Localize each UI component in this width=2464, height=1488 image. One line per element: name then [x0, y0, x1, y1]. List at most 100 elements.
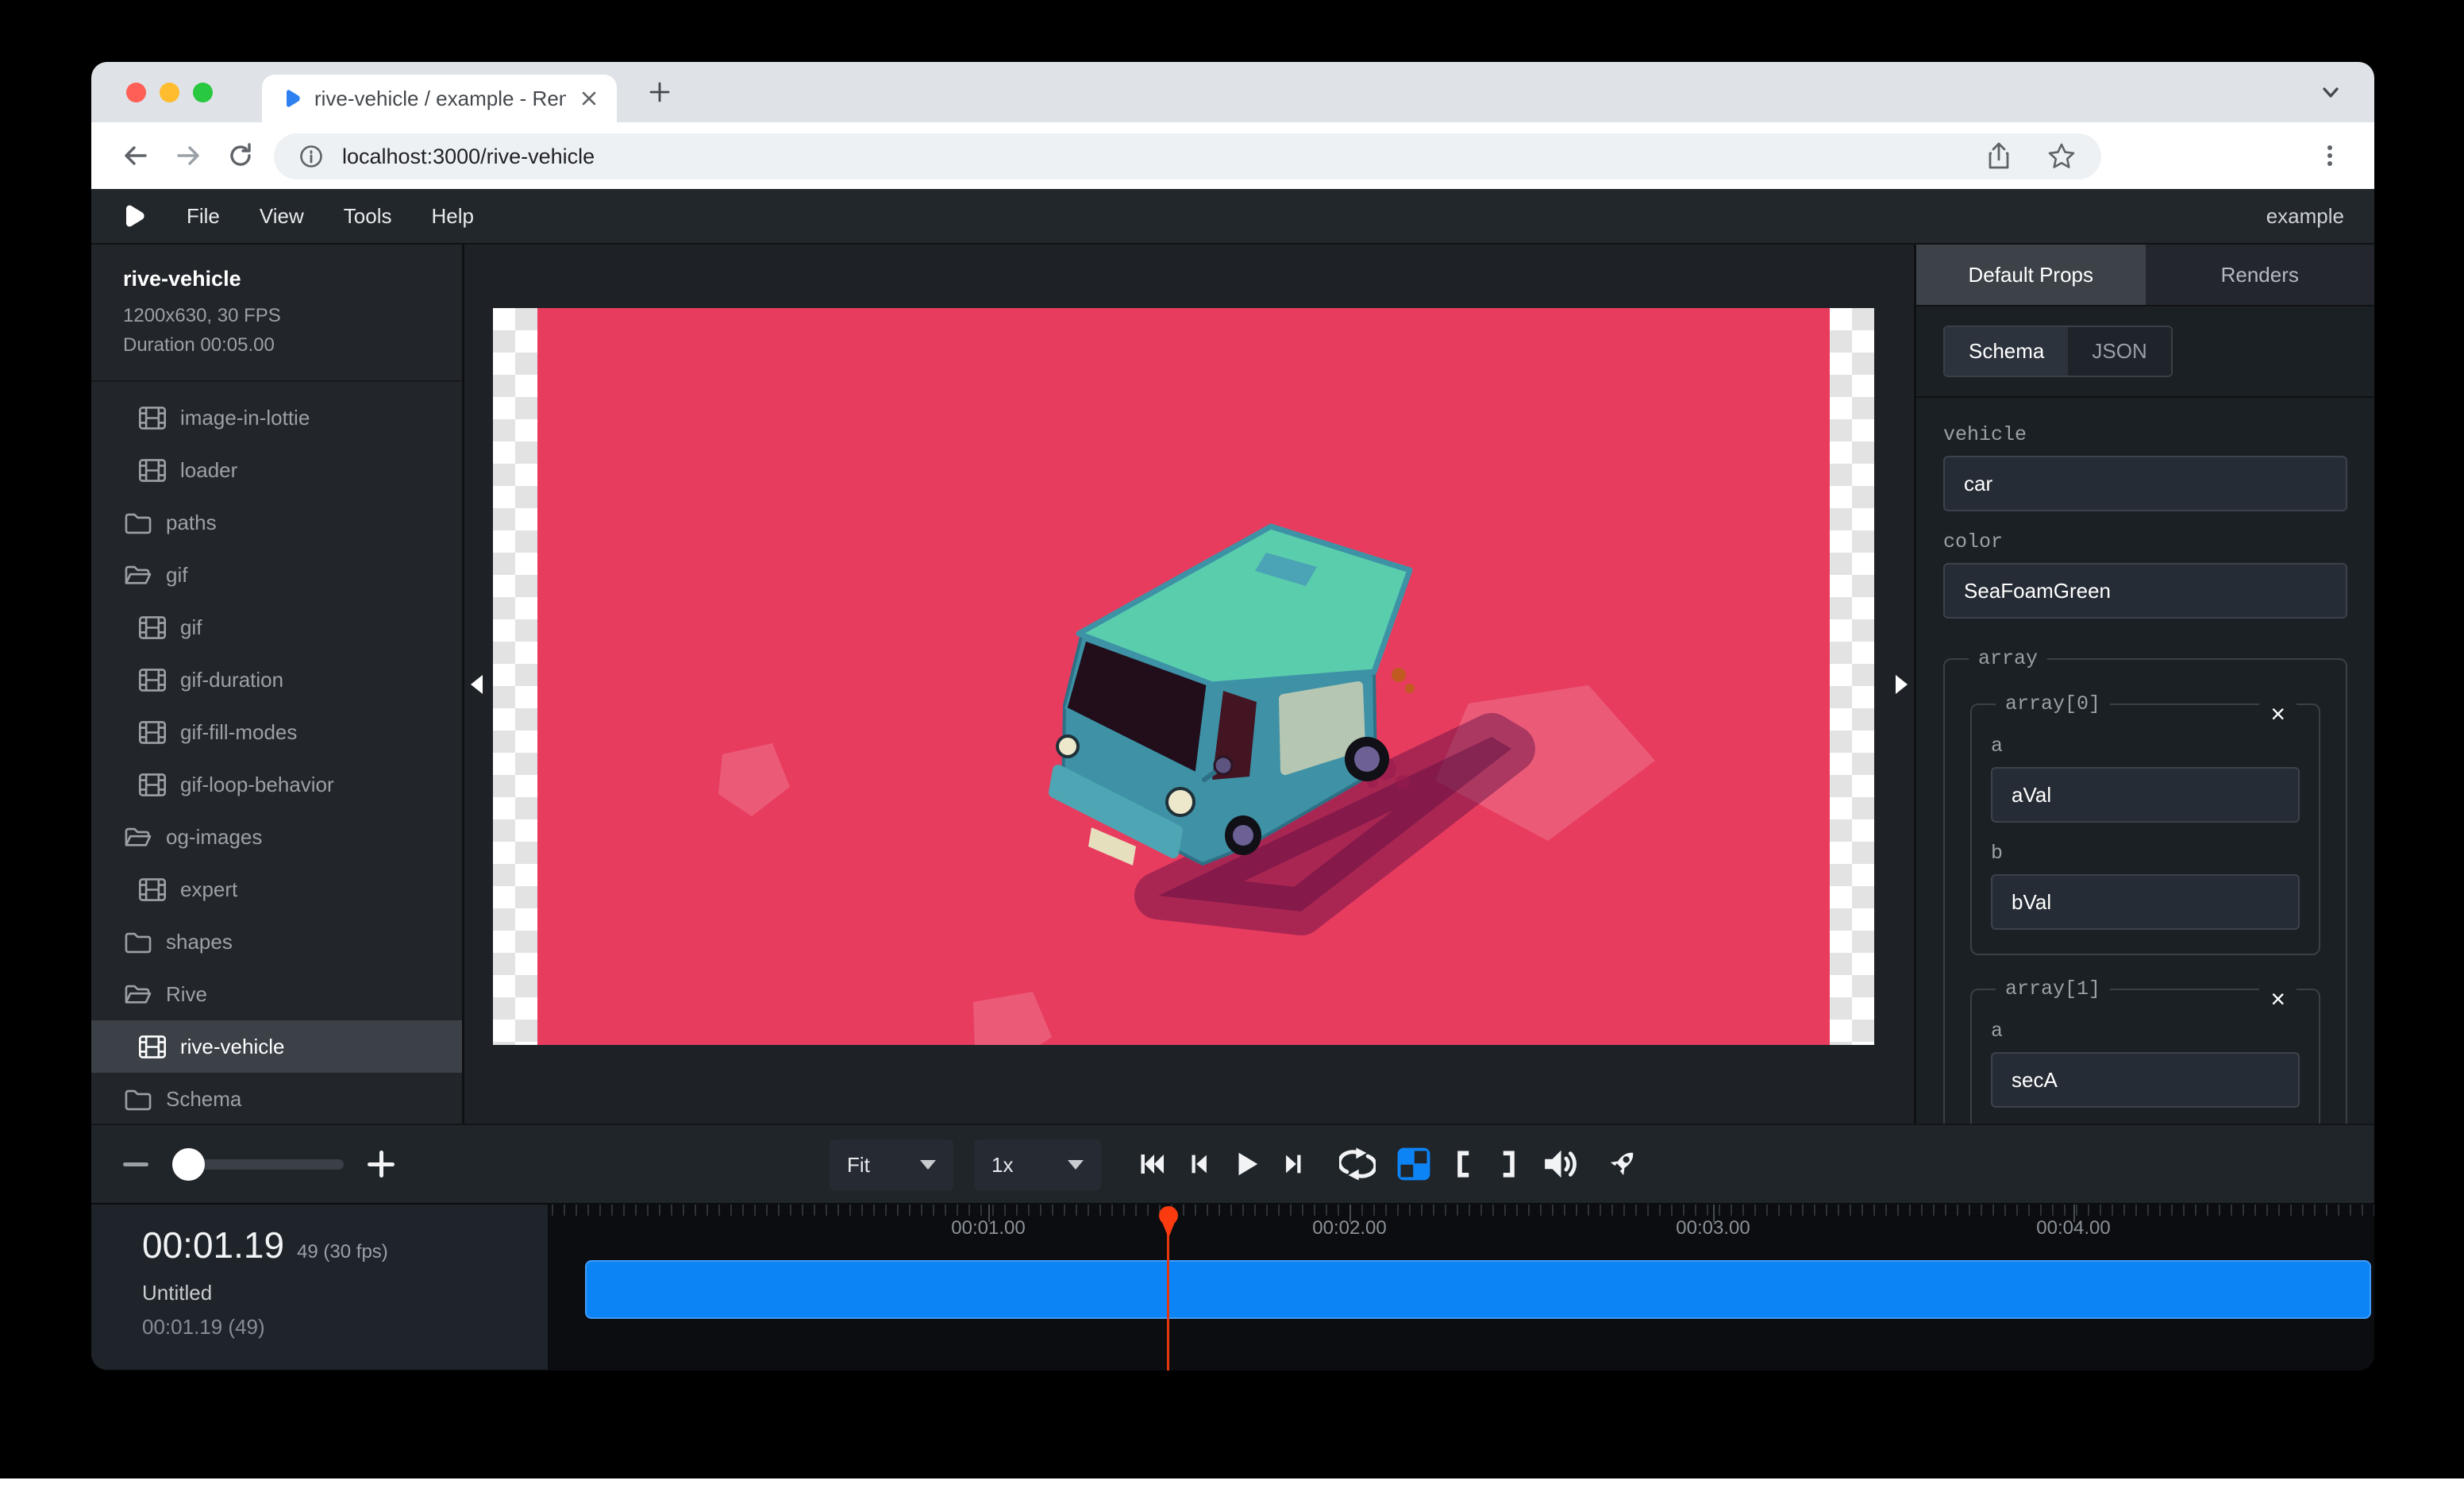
current-frame-info: 49 (30 fps) — [297, 1241, 388, 1262]
composition-frame — [493, 308, 1874, 1045]
zoom-slider-thumb[interactable] — [172, 1148, 205, 1181]
toggle-json[interactable]: JSON — [2068, 327, 2170, 376]
sidebar-item-og-images[interactable]: og-images — [91, 811, 462, 863]
transparency-checkerboard-left — [493, 308, 537, 1045]
skip-to-start-icon[interactable] — [1138, 1150, 1166, 1178]
sidebar-item-gif-loop-behavior[interactable]: gif-loop-behavior — [91, 758, 462, 811]
next-frame-icon[interactable] — [1280, 1150, 1307, 1178]
sidebar-item-label: gif-fill-modes — [180, 720, 297, 745]
forward-icon[interactable] — [172, 140, 204, 172]
folder-open-icon — [125, 826, 152, 849]
transparency-checkerboard-icon[interactable] — [1396, 1147, 1431, 1182]
share-icon[interactable] — [1984, 141, 2014, 172]
reload-icon[interactable] — [225, 140, 256, 172]
sidebar-item-gif-fill-modes[interactable]: gif-fill-modes — [91, 706, 462, 758]
sidebar-item-expert[interactable]: expert — [91, 863, 462, 916]
remove-array-1-icon[interactable]: × — [2259, 985, 2297, 1013]
tab-renders[interactable]: Renders — [2146, 245, 2375, 305]
out-point-icon[interactable] — [1496, 1147, 1520, 1181]
address-bar[interactable]: localhost:3000/rive-vehicle — [274, 133, 2101, 179]
sidebar-item-shapes[interactable]: shapes — [91, 916, 462, 968]
zoom-in-icon[interactable] — [368, 1151, 395, 1178]
sidebar-item-paths[interactable]: paths — [91, 496, 462, 549]
sidebar-item-label: loader — [180, 458, 237, 483]
size-select-value: Fit — [847, 1153, 870, 1178]
bookmark-star-icon[interactable] — [2046, 141, 2077, 172]
timeline-clip[interactable] — [585, 1260, 2371, 1319]
project-duration: Duration 00:05.00 — [123, 330, 462, 360]
menu-view[interactable]: View — [260, 204, 304, 229]
site-info-icon[interactable] — [298, 143, 325, 170]
playback-controls: Fit 1x — [91, 1124, 2374, 1203]
chevron-down-icon — [920, 1160, 936, 1170]
remove-array-0-icon[interactable]: × — [2259, 700, 2297, 728]
sidebar-item-gif-duration[interactable]: gif-duration — [91, 653, 462, 706]
folder-open-icon — [125, 564, 152, 587]
sidebar-item-label: gif-duration — [180, 668, 283, 692]
array-0-b-input[interactable] — [1991, 874, 2300, 930]
new-tab-icon[interactable] — [647, 79, 672, 105]
schema-json-toggle: Schema JSON — [1943, 326, 2173, 377]
sidebar-item-gif-folder[interactable]: gif — [91, 549, 462, 601]
remotion-favicon-icon — [279, 87, 302, 110]
browser-tab[interactable]: rive-vehicle / example - Remoti — [262, 75, 617, 122]
chevron-down-icon — [1068, 1160, 1084, 1170]
in-point-icon[interactable] — [1452, 1147, 1476, 1181]
traffic-lights — [126, 83, 213, 102]
loop-icon[interactable] — [1339, 1146, 1376, 1182]
playhead-marker[interactable] — [1156, 1205, 1181, 1241]
zoom-slider[interactable] — [172, 1159, 344, 1170]
rocket-icon[interactable] — [1604, 1146, 1640, 1182]
sidebar-item-rive-vehicle[interactable]: rive-vehicle — [91, 1020, 462, 1073]
vehicle-field-input[interactable] — [1943, 456, 2347, 511]
remotion-logo-icon — [121, 202, 147, 229]
menu-tools[interactable]: Tools — [344, 204, 392, 229]
project-label: example — [2266, 204, 2344, 229]
volume-icon[interactable] — [1541, 1147, 1579, 1182]
speed-select-value: 1x — [991, 1153, 1013, 1178]
sidebar-item-rive-folder[interactable]: Rive — [91, 968, 462, 1020]
project-info: rive-vehicle 1200x630, 30 FPS Duration 0… — [91, 245, 462, 382]
timeline-track-area[interactable]: 00:01.00 00:02.00 00:03.00 00:04.00 — [552, 1203, 2374, 1370]
minimize-window-button[interactable] — [160, 83, 179, 102]
tab-default-props[interactable]: Default Props — [1916, 245, 2146, 305]
play-icon[interactable] — [1231, 1149, 1261, 1179]
sidebar-item-schema[interactable]: Schema — [91, 1073, 462, 1124]
composition-stage — [537, 308, 1830, 1045]
collapse-right-panel-icon[interactable] — [1896, 675, 1908, 694]
speed-select[interactable]: 1x — [974, 1139, 1101, 1190]
screenshot-bottom-edge — [0, 1478, 2464, 1488]
collapse-left-panel-icon[interactable] — [471, 675, 483, 694]
zoom-out-icon[interactable] — [123, 1162, 148, 1166]
browser-toolbar: localhost:3000/rive-vehicle — [91, 122, 2374, 189]
vehicle-illustration — [537, 308, 1830, 1045]
array-0-a-label: a — [1991, 734, 2300, 757]
array-0-a-input[interactable] — [1991, 767, 2300, 823]
browser-window: rive-vehicle / example - Remoti localhos… — [91, 62, 2374, 1370]
size-select[interactable]: Fit — [830, 1139, 953, 1190]
tab-search-chevron-icon[interactable] — [2319, 84, 2343, 102]
sidebar-item-image-in-lottie[interactable]: image-in-lottie — [91, 391, 462, 444]
view-toggles — [1339, 1125, 1579, 1203]
sidebar-item-label: expert — [180, 877, 237, 902]
browser-menu-icon[interactable] — [2316, 141, 2344, 170]
close-window-button[interactable] — [126, 83, 146, 102]
transparency-checkerboard-right — [1830, 308, 1874, 1045]
menu-help[interactable]: Help — [432, 204, 474, 229]
menu-file[interactable]: File — [187, 204, 220, 229]
timeline-ruler[interactable] — [552, 1205, 2374, 1216]
tab-close-icon[interactable] — [579, 88, 599, 109]
folder-icon — [125, 1088, 152, 1111]
array-1-a-input[interactable] — [1991, 1052, 2300, 1108]
ruler-label-2s: 00:02.00 — [1312, 1217, 1386, 1239]
props-fields: vehicle color array array[0] × a b — [1916, 398, 2374, 1124]
compositions-sidebar: rive-vehicle 1200x630, 30 FPS Duration 0… — [91, 245, 464, 1124]
back-icon[interactable] — [120, 140, 152, 172]
toggle-schema[interactable]: Schema — [1945, 327, 2068, 376]
sidebar-item-loader[interactable]: loader — [91, 444, 462, 496]
sidebar-item-label: image-in-lottie — [180, 406, 310, 430]
previous-frame-icon[interactable] — [1185, 1150, 1212, 1178]
color-field-input[interactable] — [1943, 563, 2347, 619]
sidebar-item-gif[interactable]: gif — [91, 601, 462, 653]
fullscreen-window-button[interactable] — [193, 83, 213, 102]
